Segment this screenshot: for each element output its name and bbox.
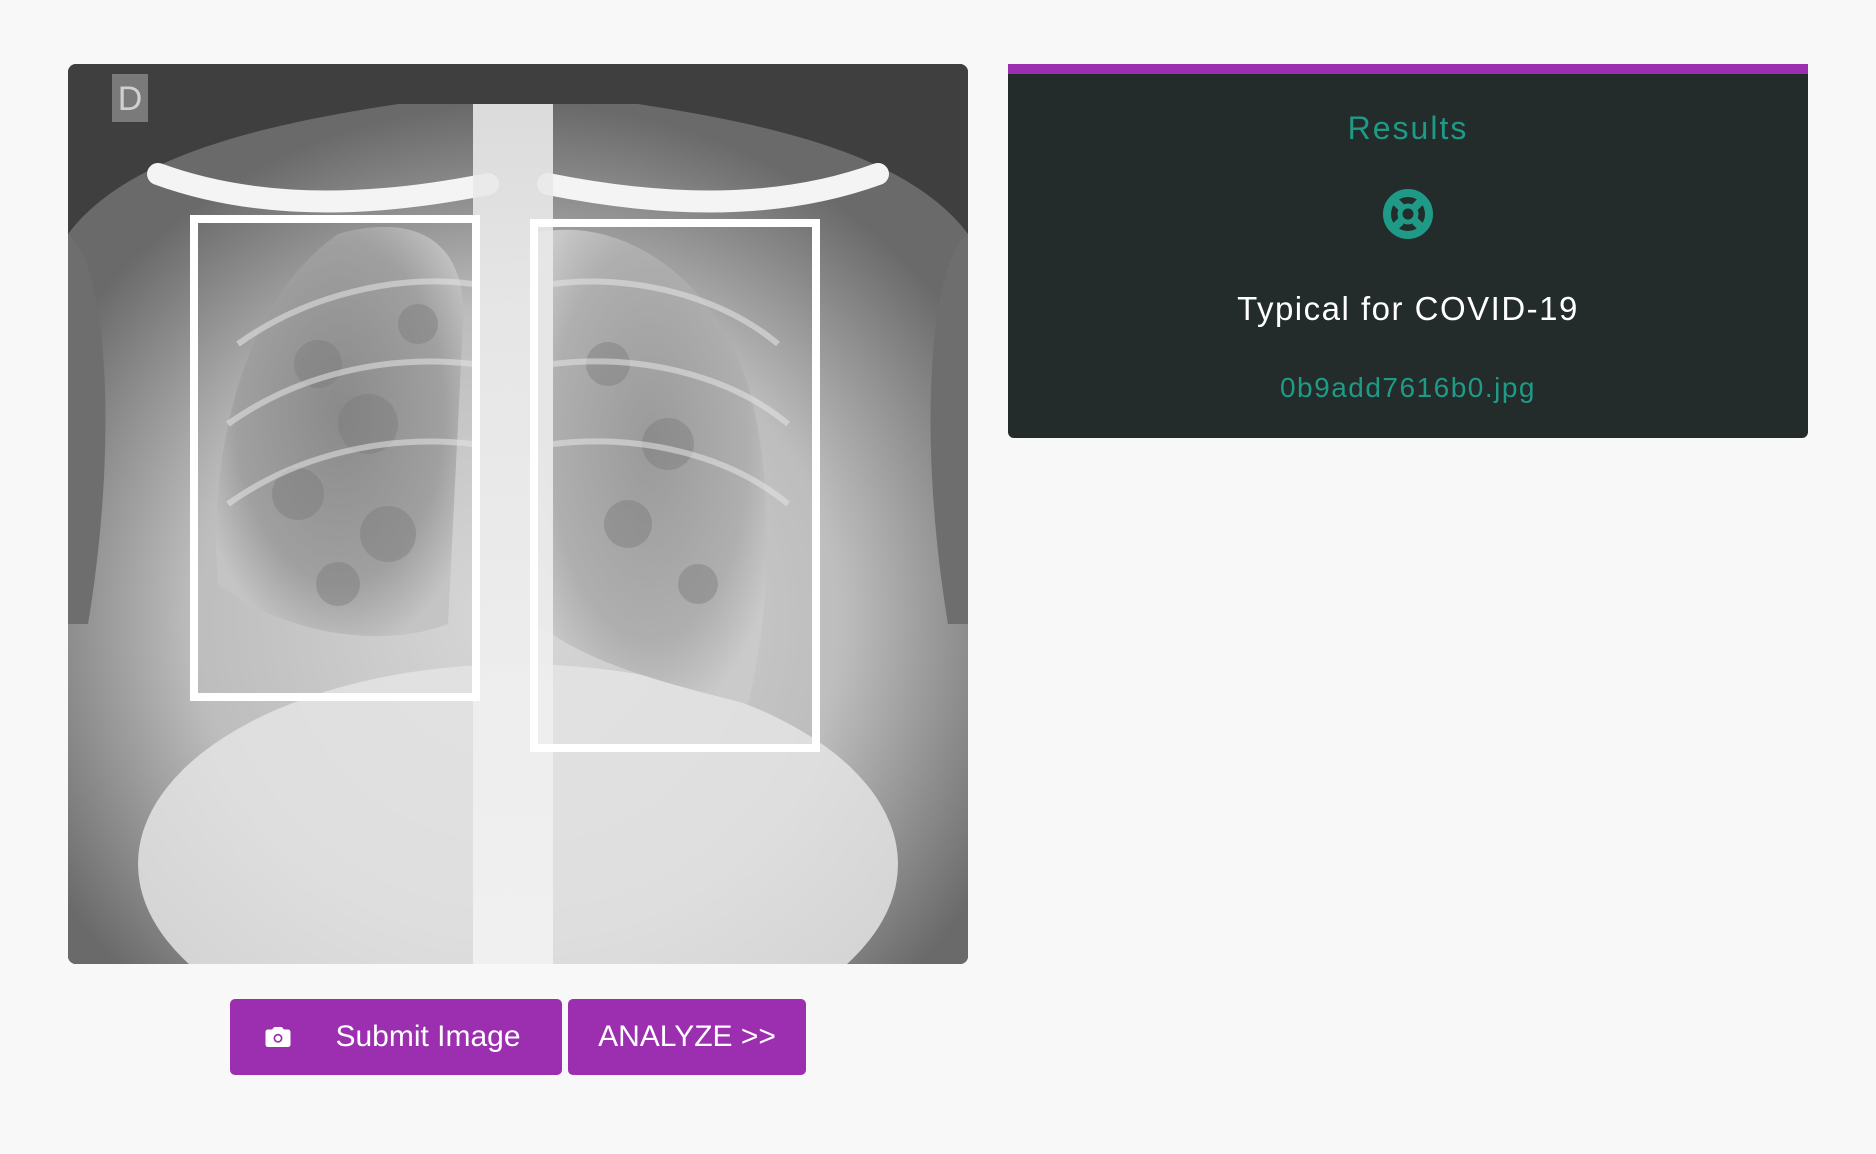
results-title: Results — [1347, 110, 1469, 146]
results-diagnosis: Typical for COVID-19 — [1237, 290, 1579, 327]
xray-corner-marker: D — [118, 80, 143, 118]
camera-icon — [263, 1022, 293, 1052]
analyze-button[interactable]: ANALYZE >> — [568, 999, 806, 1075]
analyze-label: ANALYZE >> — [598, 1020, 776, 1053]
results-accent-bar — [1008, 64, 1808, 74]
results-filename: 0b9add7616b0.jpg — [1279, 372, 1536, 403]
submit-image-button[interactable]: Submit Image — [230, 999, 562, 1075]
lifebuoy-icon — [1380, 186, 1436, 242]
page: D Submit Image ANALYZE >> Results Typica… — [0, 0, 1876, 1154]
submit-image-label: Submit Image — [335, 1020, 521, 1053]
xray-image: D — [68, 64, 968, 964]
results-card: Results Typical for COVID-19 0b9add7616b… — [1008, 64, 1808, 438]
